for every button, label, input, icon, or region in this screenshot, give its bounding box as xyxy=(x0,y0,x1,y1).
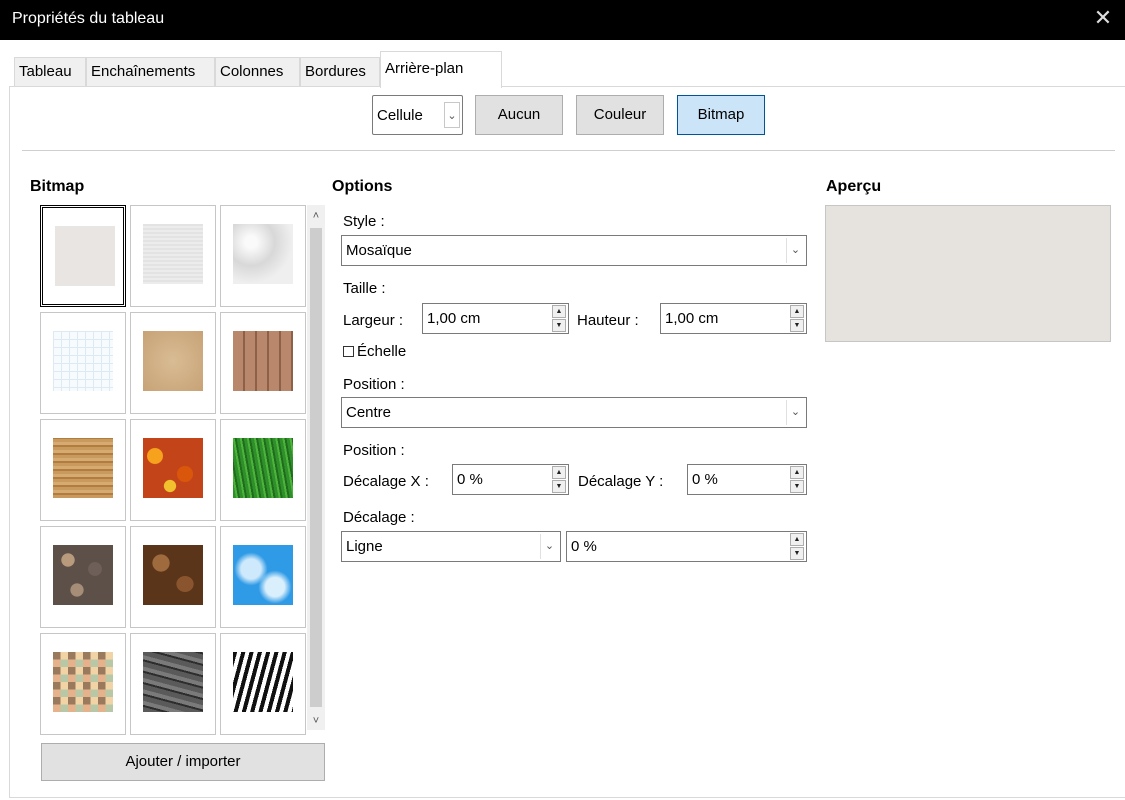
colorful-pebbles-icon xyxy=(53,545,113,605)
spin-up-icon[interactable]: ▲ xyxy=(790,533,804,546)
target-select[interactable]: Cellule ⌄ xyxy=(372,95,463,135)
chevron-down-icon[interactable]: ⌄ xyxy=(786,400,804,425)
paper-graph-icon xyxy=(53,331,113,391)
options-section-title: Options xyxy=(332,178,393,195)
bitmap-tile-painted-white[interactable] xyxy=(40,205,126,307)
offset-x-value: 0 % xyxy=(457,471,483,488)
spin-up-icon[interactable]: ▲ xyxy=(790,305,804,318)
bitmap-tile-little-clouds[interactable] xyxy=(220,526,306,628)
paper-crumpled-icon xyxy=(233,224,293,284)
zebra-icon xyxy=(233,652,293,712)
bitmap-tile-fence[interactable] xyxy=(220,312,306,414)
tab-enchainements[interactable]: Enchaînements xyxy=(86,57,215,87)
bitmap-tile-color-mosaic[interactable] xyxy=(40,633,126,735)
separator xyxy=(22,150,1115,151)
position-value: Centre xyxy=(346,404,392,421)
position-select[interactable]: Centre ⌄ xyxy=(341,397,807,428)
title-bar: Propriétés du tableau ✕ xyxy=(0,0,1125,40)
bitmap-tile-paper-texture[interactable] xyxy=(130,205,216,307)
color-mosaic-icon xyxy=(53,652,113,712)
tiling-offset-value: 0 % xyxy=(571,538,597,555)
paper-texture-icon xyxy=(143,224,203,284)
scale-checkbox[interactable]: Échelle xyxy=(343,343,406,360)
scale-label: Échelle xyxy=(357,343,407,360)
preview-image xyxy=(825,205,1111,342)
tab-bordures[interactable]: Bordures xyxy=(300,57,380,87)
scroll-up-icon[interactable]: ˄ xyxy=(307,207,325,225)
tab-arriere-plan[interactable]: Arrière-plan xyxy=(380,51,502,88)
chevron-down-icon[interactable]: ⌄ xyxy=(444,102,460,128)
bitmap-tile-coffee-beans[interactable] xyxy=(130,526,216,628)
wooden-board-icon xyxy=(53,438,113,498)
scroll-down-icon[interactable]: ˅ xyxy=(307,712,325,730)
bitmap-section-title: Bitmap xyxy=(30,178,85,195)
painted-white-icon xyxy=(55,226,115,286)
lawn-icon xyxy=(233,438,293,498)
bitmap-tile-maple-leaves[interactable] xyxy=(130,419,216,521)
bitmap-tile-lawn[interactable] xyxy=(220,419,306,521)
tiling-offset-label: Décalage : xyxy=(343,509,415,526)
spin-down-icon[interactable]: ▼ xyxy=(790,547,804,560)
add-import-button[interactable]: Ajouter / importer xyxy=(41,743,325,781)
height-spinbox[interactable]: 1,00 cm ▲ ▼ xyxy=(660,303,807,334)
close-icon[interactable]: ✕ xyxy=(1091,6,1115,30)
spin-down-icon[interactable]: ▼ xyxy=(790,319,804,332)
offset-x-label: Décalage X : xyxy=(343,473,429,490)
width-label: Largeur : xyxy=(343,312,404,329)
gallery-scrollbar[interactable]: ˄ ˅ xyxy=(307,205,325,730)
tab-colonnes[interactable]: Colonnes xyxy=(215,57,300,87)
spin-down-icon[interactable]: ▼ xyxy=(552,480,566,493)
tiling-mode-select[interactable]: Ligne ⌄ xyxy=(341,531,561,562)
width-value: 1,00 cm xyxy=(427,310,481,327)
color-button[interactable]: Couleur xyxy=(576,95,664,135)
bitmap-tile-paper-crumpled[interactable] xyxy=(220,205,306,307)
parchment-paper-icon xyxy=(143,331,203,391)
style-select[interactable]: Mosaïque ⌄ xyxy=(341,235,807,266)
style-value: Mosaïque xyxy=(346,242,412,259)
position-offset-label: Position : xyxy=(343,442,405,459)
none-button[interactable]: Aucun xyxy=(475,95,563,135)
height-label: Hauteur : xyxy=(577,312,639,329)
fence-icon xyxy=(233,331,293,391)
bitmap-tile-zebra[interactable] xyxy=(220,633,306,735)
scrollbar-thumb[interactable] xyxy=(310,228,322,707)
checkbox-icon[interactable] xyxy=(343,346,354,357)
chevron-down-icon[interactable]: ⌄ xyxy=(786,238,804,263)
position-label: Position : xyxy=(343,376,405,393)
style-label: Style : xyxy=(343,213,385,230)
chevron-down-icon[interactable]: ⌄ xyxy=(540,534,558,559)
coffee-beans-icon xyxy=(143,545,203,605)
tab-tableau[interactable]: Tableau xyxy=(14,57,86,87)
offset-y-spinbox[interactable]: 0 % ▲ ▼ xyxy=(687,464,807,495)
spin-up-icon[interactable]: ▲ xyxy=(552,466,566,479)
preview-section-title: Aperçu xyxy=(826,178,882,195)
little-clouds-icon xyxy=(233,545,293,605)
spin-up-icon[interactable]: ▲ xyxy=(790,466,804,479)
window-title: Propriétés du tableau xyxy=(12,10,165,27)
bitmap-tile-parchment-paper[interactable] xyxy=(130,312,216,414)
height-value: 1,00 cm xyxy=(665,310,719,327)
bitmap-tile-colorful-pebbles[interactable] xyxy=(40,526,126,628)
offset-x-spinbox[interactable]: 0 % ▲ ▼ xyxy=(452,464,569,495)
tiling-mode-value: Ligne xyxy=(346,538,383,555)
maple-leaves-icon xyxy=(143,438,203,498)
width-spinbox[interactable]: 1,00 cm ▲ ▼ xyxy=(422,303,569,334)
stone-wall-icon xyxy=(143,652,203,712)
bitmap-tile-paper-graph[interactable] xyxy=(40,312,126,414)
offset-y-label: Décalage Y : xyxy=(578,473,664,490)
size-label: Taille : xyxy=(343,280,386,297)
bitmap-tile-wooden-board[interactable] xyxy=(40,419,126,521)
target-select-value: Cellule xyxy=(377,107,423,124)
bitmap-button[interactable]: Bitmap xyxy=(677,95,765,135)
spin-down-icon[interactable]: ▼ xyxy=(790,480,804,493)
spin-down-icon[interactable]: ▼ xyxy=(552,319,566,332)
offset-y-value: 0 % xyxy=(692,471,718,488)
bitmap-tile-stone-wall[interactable] xyxy=(130,633,216,735)
tiling-offset-spinbox[interactable]: 0 % ▲ ▼ xyxy=(566,531,807,562)
spin-up-icon[interactable]: ▲ xyxy=(552,305,566,318)
